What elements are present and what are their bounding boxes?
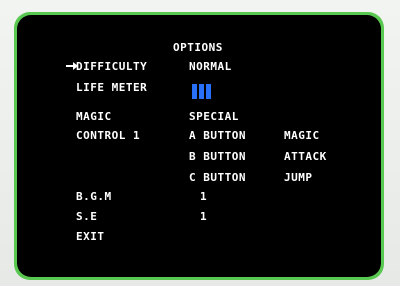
life-meter-bar (199, 84, 204, 99)
options-title: OPTIONS (173, 41, 223, 54)
control-action-a[interactable]: MAGIC (284, 130, 320, 142)
control-button-b: B BUTTON (189, 150, 246, 163)
difficulty-value[interactable]: NORMAL (189, 61, 232, 73)
menu-item-difficulty[interactable]: DIFFICULTY (76, 61, 147, 73)
life-meter-bar (192, 84, 197, 99)
se-value[interactable]: 1 (200, 211, 207, 223)
control-action-c[interactable]: JUMP (284, 172, 313, 184)
game-window-frame: OPTIONS DIFFICULTY NORMAL LIFE METER MAG… (14, 12, 384, 280)
menu-item-bgm[interactable]: B.G.M (76, 191, 112, 203)
menu-item-control[interactable]: CONTROL 1 (76, 130, 140, 142)
magic-value[interactable]: SPECIAL (189, 111, 239, 123)
life-meter-bar (206, 84, 211, 99)
menu-item-se[interactable]: S.E (76, 211, 97, 223)
menu-item-magic[interactable]: MAGIC (76, 111, 112, 123)
control-button-a: A BUTTON (189, 129, 246, 142)
options-screen: OPTIONS DIFFICULTY NORMAL LIFE METER MAG… (17, 15, 381, 277)
bgm-value[interactable]: 1 (200, 191, 207, 203)
menu-item-life-meter[interactable]: LIFE METER (76, 82, 147, 94)
menu-item-exit[interactable]: EXIT (76, 231, 105, 243)
life-meter-gauge[interactable] (192, 84, 211, 99)
control-button-c: C BUTTON (189, 171, 246, 184)
control-action-b[interactable]: ATTACK (284, 151, 327, 163)
